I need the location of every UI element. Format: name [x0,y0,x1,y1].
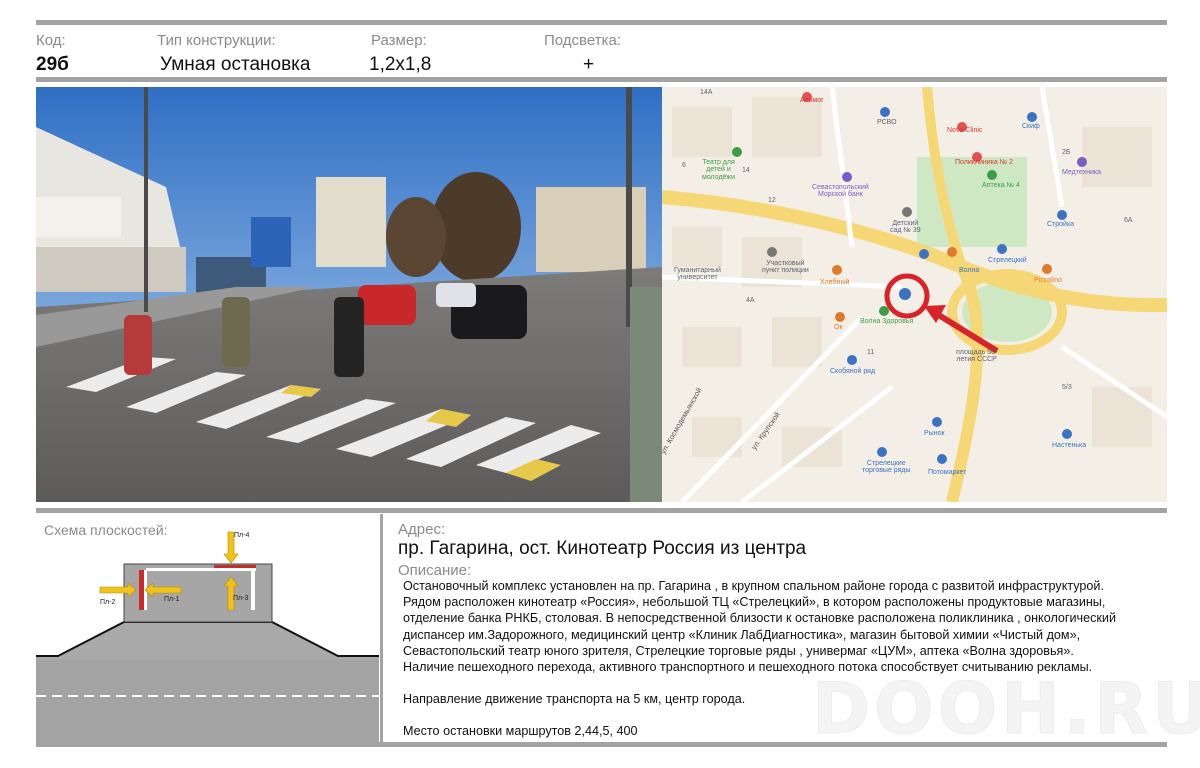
map-label-univ: Гуманитарный университет [674,267,721,282]
map-label-potomarket: Потомаркет [928,469,967,476]
description-label: Описание: [398,562,472,579]
scheme-pl3-label: Пл-3 [233,595,248,602]
direction-text: Направление движение транспорта на 5 км,… [403,692,746,707]
map-label-rynok: Рынок [924,430,945,437]
map-label-nastenka: Настенька [1052,442,1087,449]
description-line: Остановочный комплекс установлен на пр. … [403,579,1104,593]
map-label-strelecky: Стрелецкий [988,257,1027,264]
map-label-hlebny: Хлебный [820,279,850,286]
map-label-n6: 6 [682,162,686,169]
header-rule [36,77,1167,82]
map-label-apteka4: Аптека № 4 [982,182,1020,189]
description-line: диспансер им.Задорожного, медицинский це… [403,627,1081,642]
map-label-skif: Скиф [1022,123,1040,130]
map-label-almog: Альмог [800,97,824,104]
map-label-poly: Поликлиника № 2 [955,159,1014,166]
map-label-n11: 11 [867,349,875,356]
map-label-police: Участковый пункт полиции [762,260,809,275]
map-label-n5-3: 5/3 [1062,384,1072,391]
address-label: Адрес: [398,521,446,538]
map-label-rsvo: РСВО [877,119,897,126]
map-label-skobyany: Скобяной ряд [830,368,876,375]
map-label-piccolino: Piccolino [1034,277,1063,284]
top-rule [36,20,1167,25]
description-line: Рядом расположен кинотеатр «Россия», неб… [403,595,1106,610]
description-line: отделение банка РНКБ, столовая. В непоср… [403,611,1117,626]
map-label-n4a: 4А [746,297,755,304]
description-line: Наличие пешеходного перехода, активного … [403,660,1093,675]
code-label: Код: [36,32,66,49]
type-value: Умная остановка [160,54,311,75]
code-value: 29б [36,54,69,75]
map-label-volna-zd: Волна Здоровья [860,318,914,325]
address-value: пр. Гагарина, ост. Кинотеатр Россия из ц… [398,538,807,559]
map-label-n14: 14 [742,167,750,174]
map-label-n14a: 14А [700,89,713,96]
map-label-trade-rows: Стрелецкие торговые ряды [862,460,911,475]
scheme-pl1-label: Пл-1 [164,596,179,603]
description-line: Севастопольский театр юного зрителя, Стр… [403,643,1074,658]
location-map: Альмог РСВО Nova Clinic Скиф Поликлиника… [662,87,1167,502]
light-label: Подсветка: [544,32,621,49]
planes-scheme: Схема плоскостей: Пл-2 Пл-1 Пл-3 Пл-4 [36,514,379,742]
map-label-kindergarten: Детский сад № 39 [890,220,921,235]
map-label-n6a: 6А [1124,217,1133,224]
routes-text: Место остановки маршрутов 2,44,5, 400 [403,724,638,739]
map-label-n12: 12 [768,197,776,204]
vertical-divider [380,514,383,742]
map-label-volna: Волна [959,267,980,274]
map-label-n2b: 2Б [1062,149,1071,156]
middle-rule [36,508,1167,513]
scheme-pl2-label: Пл-2 [100,599,115,606]
map-label-square: площадь 50- летия СССР [956,349,998,364]
scheme-pl4-label: Пл-4 [234,532,249,539]
map-label-medtechnika: Медтехника [1062,169,1101,176]
map-label-theatre: Театр для детей и молодёжи [702,159,736,181]
light-value: + [583,54,595,75]
map-label-nova: Nova Clinic [947,127,983,134]
street-photo [36,87,662,502]
size-value: 1,2х1,8 [369,54,432,75]
map-label-stroyka: Стройка [1047,221,1075,228]
size-label: Размер: [371,32,427,49]
map-label-ok: Ок [834,324,843,331]
description-text: Остановочный комплекс установлен на пр. … [403,578,1173,740]
type-label: Тип конструкции: [157,32,276,49]
map-label-bank: Севастопольский Морской банк [812,184,869,199]
